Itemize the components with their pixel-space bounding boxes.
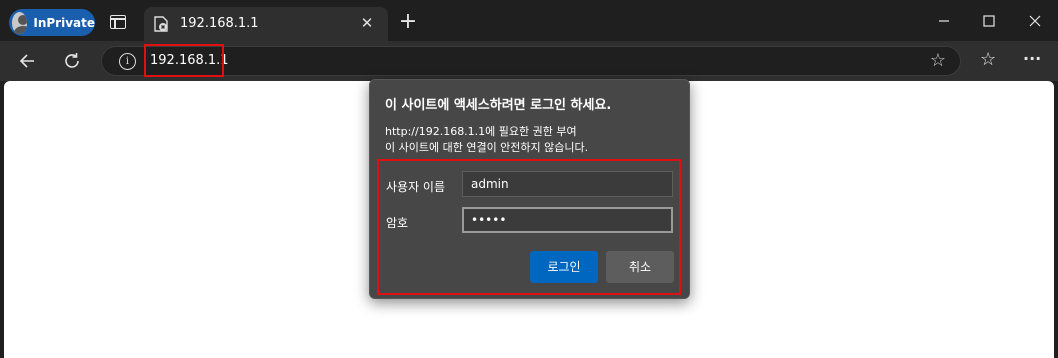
login-button[interactable]: 로그인 (530, 251, 598, 283)
back-icon[interactable] (14, 47, 42, 75)
address-bar[interactable]: i 192.168.1.1 ☆ (101, 46, 961, 76)
password-label: 암호 (386, 216, 409, 230)
refresh-icon[interactable] (58, 47, 86, 75)
login-dialog: 이 사이트에 액세스하려면 로그인 하세요. http://192.168.1.… (369, 79, 690, 299)
site-info-icon[interactable]: i (119, 53, 136, 70)
window-close-button[interactable] (1012, 0, 1058, 41)
inprivate-label: InPrivate (33, 15, 95, 30)
tab-active[interactable]: 192.168.1.1 ✕ (144, 7, 388, 41)
minimize-icon (939, 20, 949, 22)
maximize-button[interactable] (966, 0, 1012, 41)
favorite-star-icon[interactable]: ☆ (930, 50, 946, 71)
username-field[interactable]: admin (462, 171, 673, 197)
tab-bar: InPrivate 192.168.1.1 ✕ + (0, 0, 1058, 41)
tab-close-icon[interactable]: ✕ (356, 12, 378, 34)
password-field[interactable]: ••••• (462, 207, 673, 233)
inprivate-button[interactable]: InPrivate (9, 9, 95, 36)
favorites-icon[interactable]: ☆ (980, 49, 996, 70)
url-highlight-box (144, 44, 224, 77)
maximize-icon (983, 15, 995, 27)
close-icon (1029, 15, 1041, 27)
page-error-icon (154, 16, 168, 32)
new-tab-button[interactable]: + (396, 10, 420, 34)
username-label: 사용자 이름 (386, 180, 446, 194)
dialog-warning-text: 이 사이트에 대한 연결이 안전하지 않습니다. (385, 141, 589, 154)
form-highlight-box: 사용자 이름 admin 암호 ••••• 로그인 취소 (377, 159, 681, 295)
tab-actions-icon[interactable] (110, 15, 126, 29)
tab-title: 192.168.1.1 (180, 16, 259, 31)
cancel-button[interactable]: 취소 (606, 251, 674, 283)
dialog-auth-text: http://192.168.1.1에 필요한 권한 부여 (385, 125, 577, 138)
profile-avatar-icon (12, 11, 28, 34)
more-options-icon[interactable]: ··· (1023, 49, 1041, 68)
minimize-button[interactable] (921, 0, 967, 41)
dialog-title: 이 사이트에 액세스하려면 로그인 하세요. (385, 98, 612, 113)
